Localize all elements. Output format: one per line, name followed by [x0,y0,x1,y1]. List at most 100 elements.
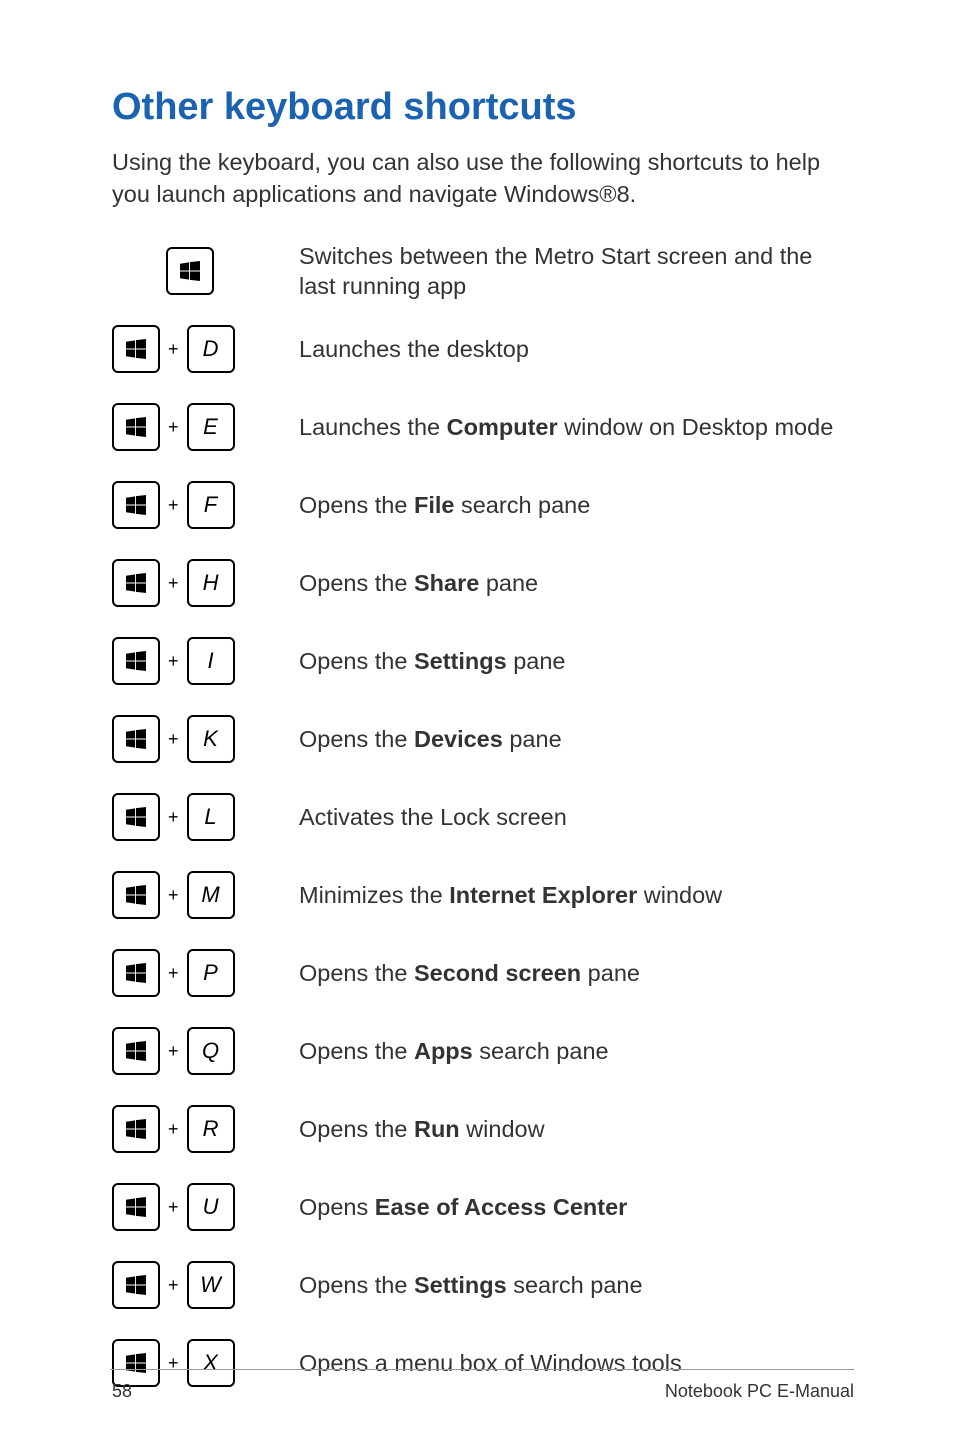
letter-key: I [187,637,235,685]
page-footer: 58 Notebook PC E-Manual [112,1381,854,1402]
key-combo: +P [112,949,267,997]
shortcut-description: Launches the desktop [299,334,854,365]
shortcut-description: Opens the Run window [299,1114,854,1145]
letter-key: H [187,559,235,607]
shortcut-row: +POpens the Second screen pane [112,934,854,1012]
plus-separator: + [166,573,181,594]
footer-divider [110,1369,854,1370]
windows-key-icon [112,1105,160,1153]
shortcut-description: Launches the Computer window on Desktop … [299,412,854,443]
shortcut-list: Switches between the Metro Start screen … [112,232,854,1402]
letter-key: L [187,793,235,841]
letter-key: P [187,949,235,997]
windows-key-icon [112,559,160,607]
shortcut-row: +HOpens the Share pane [112,544,854,622]
shortcut-description: Opens a menu box of Windows tools [299,1348,854,1379]
letter-key: W [187,1261,235,1309]
windows-key-icon [112,481,160,529]
shortcut-row: +DLaunches the desktop [112,310,854,388]
plus-separator: + [166,1041,181,1062]
key-label: X [203,1350,218,1376]
plus-separator: + [166,963,181,984]
key-label: Q [202,1038,219,1064]
windows-key-icon [112,949,160,997]
key-label: K [203,726,218,752]
intro-text: Using the keyboard, you can also use the… [112,147,854,210]
shortcut-row: Switches between the Metro Start screen … [112,232,854,310]
key-combo: +F [112,481,267,529]
plus-separator: + [166,1275,181,1296]
shortcut-row: +ELaunches the Computer window on Deskto… [112,388,854,466]
key-combo: +W [112,1261,267,1309]
key-combo: +I [112,637,267,685]
key-label: L [204,804,216,830]
letter-key: U [187,1183,235,1231]
shortcut-row: +QOpens the Apps search pane [112,1012,854,1090]
letter-key: D [187,325,235,373]
windows-key-icon [112,325,160,373]
shortcut-description: Activates the Lock screen [299,802,854,833]
shortcut-description: Opens the Second screen pane [299,958,854,989]
windows-key-icon [112,871,160,919]
plus-separator: + [166,1119,181,1140]
key-label: U [203,1194,219,1220]
key-label: I [207,648,213,674]
plus-separator: + [166,339,181,360]
plus-separator: + [166,495,181,516]
key-label: W [200,1272,221,1298]
key-label: F [204,492,217,518]
letter-key: M [187,871,235,919]
shortcut-description: Opens the Apps search pane [299,1036,854,1067]
shortcut-row: +KOpens the Devices pane [112,700,854,778]
key-combo: +R [112,1105,267,1153]
key-combo: +Q [112,1027,267,1075]
key-combo: +K [112,715,267,763]
windows-key-icon [112,1027,160,1075]
key-label: P [203,960,218,986]
plus-separator: + [166,885,181,906]
letter-key: R [187,1105,235,1153]
page-heading: Other keyboard shortcuts [112,86,854,129]
shortcut-description: Opens the Settings search pane [299,1270,854,1301]
windows-key-icon [112,403,160,451]
shortcut-description: Opens the Settings pane [299,646,854,677]
shortcut-row: +IOpens the Settings pane [112,622,854,700]
manual-name: Notebook PC E-Manual [665,1381,854,1402]
shortcut-description: Opens the Share pane [299,568,854,599]
key-combo: +M [112,871,267,919]
page-number: 58 [112,1381,132,1402]
key-combo: +E [112,403,267,451]
shortcut-description: Opens Ease of Access Center [299,1192,854,1223]
letter-key: F [187,481,235,529]
plus-separator: + [166,807,181,828]
letter-key: E [187,403,235,451]
windows-key-icon [112,715,160,763]
key-label: R [203,1116,219,1142]
key-combo: +U [112,1183,267,1231]
key-combo: +L [112,793,267,841]
plus-separator: + [166,651,181,672]
letter-key: Q [187,1027,235,1075]
shortcut-row: +LActivates the Lock screen [112,778,854,856]
shortcut-row: +ROpens the Run window [112,1090,854,1168]
plus-separator: + [166,417,181,438]
windows-key-icon [112,1261,160,1309]
shortcut-description: Opens the Devices pane [299,724,854,755]
key-combo: +D [112,325,267,373]
letter-key: K [187,715,235,763]
shortcut-description: Minimizes the Internet Explorer window [299,880,854,911]
key-label: H [203,570,219,596]
key-combo: +H [112,559,267,607]
shortcut-row: +MMinimizes the Internet Explorer window [112,856,854,934]
shortcut-description: Opens the File search pane [299,490,854,521]
key-combo [112,247,267,295]
windows-key-icon [166,247,214,295]
shortcut-description: Switches between the Metro Start screen … [299,241,854,302]
shortcut-row: +FOpens the File search pane [112,466,854,544]
plus-separator: + [166,729,181,750]
key-label: D [203,336,219,362]
windows-key-icon [112,637,160,685]
windows-key-icon [112,1183,160,1231]
plus-separator: + [166,1353,181,1374]
windows-key-icon [112,793,160,841]
